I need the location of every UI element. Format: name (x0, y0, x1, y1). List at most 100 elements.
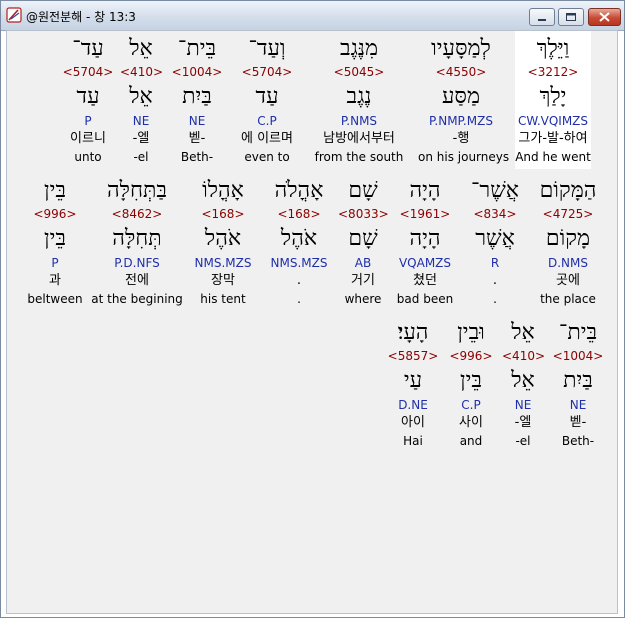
minimize-icon (538, 19, 546, 21)
word-block[interactable]: וַיֵּלֶךְ <3212> יָלַךְ CW.VQIMZS 그가-발-하… (515, 31, 591, 169)
morph-code: AB (354, 256, 372, 270)
morph-code: C.P (461, 398, 481, 412)
hebrew-word: אֵל (129, 36, 153, 61)
hebrew-word: אָהֳלוֹ (202, 178, 244, 203)
strong-number[interactable]: <5857> (387, 349, 439, 363)
hebrew-word: אֲשֶׁר־ (470, 178, 519, 203)
title-bar[interactable]: @원전분해 - 창 13:3 (1, 1, 624, 31)
strong-number[interactable]: <4725> (535, 207, 601, 221)
korean-gloss: 에 이르며 (241, 131, 293, 146)
english-gloss: beltween (27, 292, 83, 306)
morph-code: NE (188, 114, 206, 128)
english-gloss: unto (74, 150, 102, 164)
hebrew-word: עַד־ (72, 36, 104, 61)
hebrew-word: הַמָּקוֹם (539, 178, 597, 203)
bible-app-icon (6, 7, 22, 23)
english-gloss: bad been (396, 292, 454, 306)
morph-code: CW.VQIMZS (517, 114, 589, 128)
korean-gloss: 장막 (211, 273, 235, 288)
strong-number[interactable]: <1961> (392, 207, 458, 221)
interlinear-panel: וַיֵּלֶךְ <3212> יָלַךְ CW.VQIMZS 그가-발-하… (6, 30, 618, 614)
lemma-word: אֹהֶל (280, 226, 318, 251)
korean-gloss: . (296, 273, 302, 288)
english-gloss: at the begining (91, 292, 183, 306)
morph-code: R (490, 256, 500, 270)
lemma-word: יָלַךְ (539, 84, 567, 109)
english-gloss: where (344, 292, 382, 306)
strong-number[interactable]: <1004> (552, 349, 604, 363)
strong-number[interactable]: <1004> (170, 65, 224, 79)
strong-number[interactable]: <4550> (418, 65, 504, 79)
lemma-word: מָקוֹם (545, 226, 591, 251)
strong-number[interactable]: <5704> (234, 65, 300, 79)
strong-number[interactable]: <996> (448, 349, 494, 363)
morph-code: VQAMZS (398, 256, 452, 270)
hebrew-word: לְמַסָּעָיו (431, 36, 491, 61)
hebrew-word: אֵל (511, 320, 535, 345)
korean-gloss: 남방에서부터 (323, 131, 395, 146)
lemma-word: נֶגֶב (346, 84, 372, 109)
strong-number[interactable]: <996> (27, 207, 83, 221)
korean-gloss: 벧- (569, 415, 587, 430)
korean-gloss: 곳에 (556, 273, 580, 288)
korean-gloss: 이르니 (70, 131, 106, 146)
lemma-word: בַּיִת (563, 368, 593, 393)
english-gloss: Hai (403, 434, 423, 448)
lemma-word: שָׁם (348, 226, 378, 251)
lemma-word: תְּחִלָּה (112, 226, 162, 251)
english-gloss: his tent (200, 292, 246, 306)
lemma-word: הָיָה (409, 226, 441, 251)
hebrew-word: מִנֶּגֶב (339, 36, 379, 61)
korean-gloss: 사이 (459, 415, 483, 430)
korean-gloss: -엘 (132, 131, 150, 146)
lemma-word: אֲשֶׁר (475, 226, 515, 251)
morph-code: P (51, 256, 59, 270)
korean-gloss: 쳤던 (413, 273, 437, 288)
english-gloss: -el (515, 434, 531, 448)
strong-number[interactable]: <8462> (91, 207, 183, 221)
korean-gloss: 벧- (188, 131, 206, 146)
strong-number[interactable]: <410> (502, 349, 545, 363)
minimize-button[interactable] (529, 8, 555, 26)
strong-number[interactable]: <5704> (60, 65, 116, 79)
morph-code: NE (569, 398, 587, 412)
close-icon (599, 12, 610, 22)
morph-code: P.D.NFS (114, 256, 160, 270)
korean-gloss: 거기 (351, 273, 375, 288)
lemma-word: בַּיִת (182, 84, 212, 109)
korean-gloss: 아이 (401, 415, 425, 430)
strong-number[interactable]: <168> (190, 207, 256, 221)
strong-number[interactable]: <834> (469, 207, 521, 221)
morph-code: NE (132, 114, 150, 128)
english-gloss: and (459, 434, 483, 448)
korean-gloss: 전에 (125, 273, 149, 288)
lemma-word: בֵּין (44, 226, 66, 251)
close-button[interactable] (588, 8, 621, 26)
english-gloss: . (297, 292, 301, 306)
strong-number[interactable]: <5045> (312, 65, 406, 79)
korean-gloss: -행 (452, 131, 470, 146)
window-title: @원전분해 - 창 13:3 (26, 10, 136, 24)
morph-code: NMS.MZS (194, 256, 252, 270)
strong-number[interactable]: <3212> (515, 65, 591, 79)
maximize-button[interactable] (558, 8, 584, 26)
english-gloss: even to (244, 150, 290, 164)
strong-number[interactable]: <168> (266, 207, 332, 221)
hebrew-word: בֵּין (44, 178, 66, 203)
english-gloss: Beth- (561, 434, 595, 448)
strong-number[interactable]: <8033> (338, 207, 389, 221)
hebrew-word: וּבֵין (457, 320, 485, 345)
lemma-word: עַד (255, 84, 279, 109)
morph-code: P.NMS (340, 114, 378, 128)
korean-gloss: 그가-발-하여 (518, 131, 588, 146)
morph-code: D.NE (398, 398, 428, 412)
lemma-word: אֵל (511, 368, 535, 393)
english-gloss: from the south (314, 150, 404, 164)
maximize-icon (566, 13, 576, 21)
app-window: @원전분해 - 창 13:3 וַיֵּלֶךְ <3212> יָלַךְ C… (0, 0, 625, 618)
english-gloss: Beth- (180, 150, 214, 164)
korean-gloss: -엘 (514, 415, 532, 430)
strong-number[interactable]: <410> (120, 65, 163, 79)
lemma-word: מַסַּע (441, 84, 480, 109)
english-gloss: . (493, 292, 497, 306)
